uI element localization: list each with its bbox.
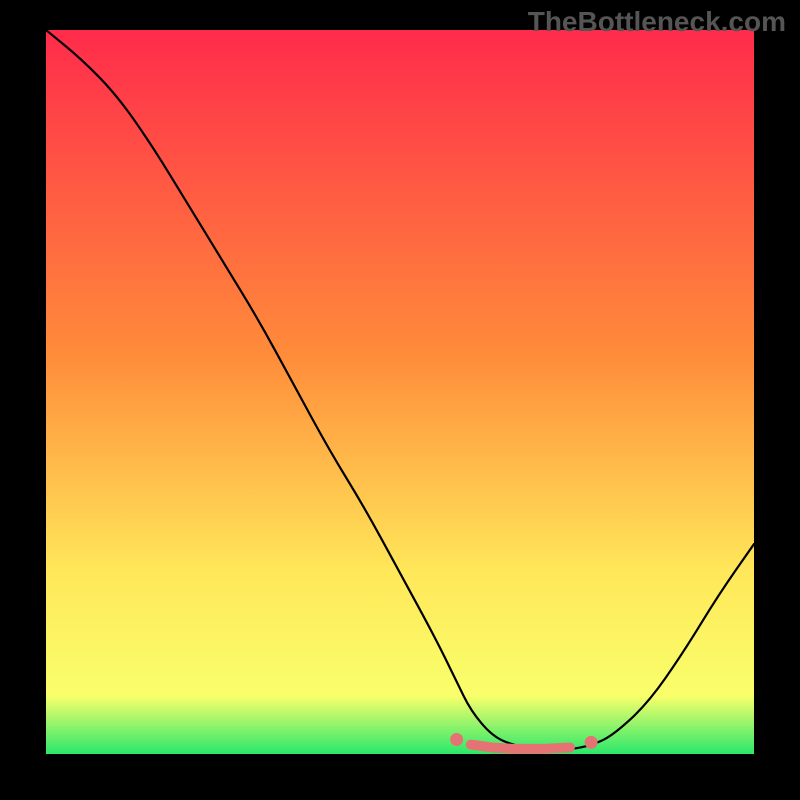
chart-plot-area	[46, 30, 754, 754]
highlight-dot	[585, 736, 598, 749]
chart-background-gradient	[46, 30, 754, 754]
chart-svg	[46, 30, 754, 754]
highlight-dot	[450, 733, 463, 746]
bottleneck-highlight-segment	[471, 745, 570, 749]
watermark-text: TheBottleneck.com	[528, 6, 786, 38]
